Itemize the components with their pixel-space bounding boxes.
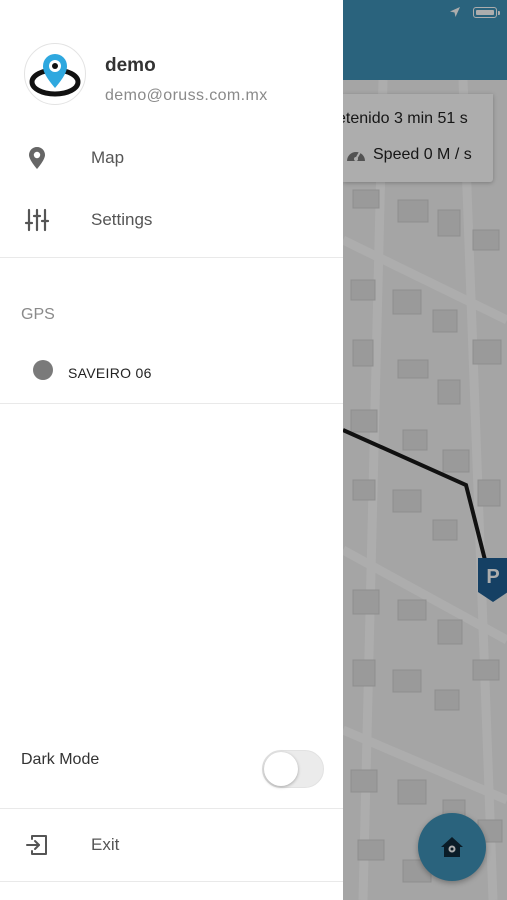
battery-icon [473, 6, 500, 18]
user-avatar [24, 43, 86, 105]
map-header-bar [343, 0, 507, 80]
side-drawer: demo demo@oruss.com.mx Map Settings GPS … [0, 0, 343, 900]
gps-device-item[interactable]: SAVEIRO 06 [0, 350, 343, 396]
dark-mode-toggle[interactable] [262, 750, 324, 788]
menu-item-map[interactable]: Map [0, 130, 343, 186]
divider [0, 257, 343, 258]
speedometer-icon [347, 151, 365, 161]
trip-info-card: etenido 3 min 51 s Speed 0 M / s [343, 94, 493, 182]
divider [0, 403, 343, 404]
device-name: SAVEIRO 06 [68, 365, 152, 381]
home-gps-icon [441, 837, 463, 857]
exit-icon [26, 835, 47, 855]
home-button[interactable] [418, 813, 486, 881]
speed-text: Speed 0 M / s [373, 146, 472, 163]
map-pin-icon [29, 147, 45, 169]
user-name: demo [105, 55, 156, 76]
toggle-knob [264, 752, 298, 786]
divider [0, 808, 343, 809]
parking-marker-icon[interactable]: P [476, 556, 507, 604]
menu-label-settings: Settings [91, 210, 153, 229]
dark-mode-label: Dark Mode [21, 751, 100, 768]
speed-row: Speed 0 M / s [345, 146, 472, 164]
exit-label: Exit [91, 835, 120, 854]
divider [0, 881, 343, 882]
device-status-dot [33, 360, 53, 380]
exit-button[interactable]: Exit [0, 817, 343, 873]
menu-item-settings[interactable]: Settings [0, 192, 343, 248]
gps-section-title: GPS [21, 306, 55, 323]
sliders-icon [24, 208, 50, 232]
eye-location-logo-icon [29, 54, 81, 97]
menu-label-map: Map [91, 148, 125, 167]
stopped-time-text: etenido 3 min 51 s [343, 110, 468, 127]
map-view[interactable]: etenido 3 min 51 s Speed 0 M / s P [343, 0, 507, 900]
user-email: demo@oruss.com.mx [105, 87, 268, 104]
status-bar [449, 6, 500, 18]
map-tiles [343, 80, 507, 900]
parking-marker-label: P [486, 566, 499, 588]
location-arrow-icon [450, 7, 460, 17]
